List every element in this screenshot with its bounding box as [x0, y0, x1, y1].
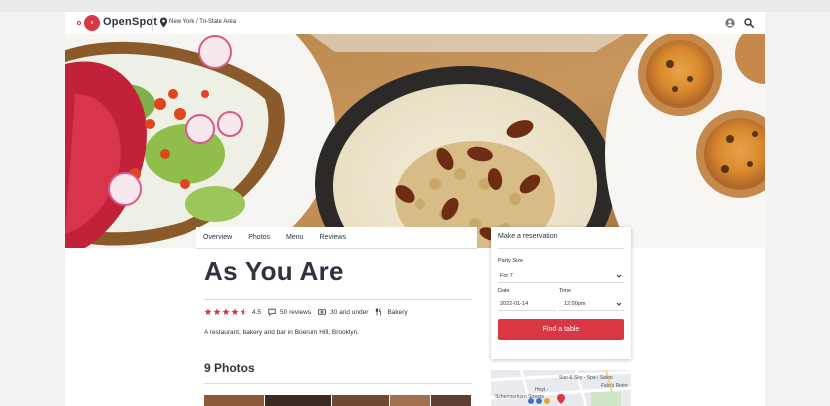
photo-strip	[204, 395, 472, 406]
star-icon	[231, 308, 239, 316]
rating-stars	[204, 308, 248, 316]
location-selector[interactable]: New York / Tri-State Area	[169, 19, 236, 25]
time-label: Time	[559, 288, 572, 294]
restaurant-page: s OpenSpot New York / Tri-State Area Ove…	[0, 0, 830, 406]
time-value: 12:00pm	[564, 300, 586, 307]
cuisine-label: Bakery	[387, 308, 408, 316]
star-half-icon	[240, 308, 248, 316]
tab-photos[interactable]: Photos	[240, 227, 278, 248]
top-strip	[0, 0, 830, 12]
price-range: 30 and under	[318, 308, 368, 316]
photo-thumbnail[interactable]	[204, 395, 264, 406]
chevron-down-icon	[616, 274, 622, 278]
chevron-down-icon	[616, 302, 622, 306]
food-photo	[65, 34, 765, 248]
photo-thumbnail[interactable]	[332, 395, 389, 406]
rating-label: 4.5	[252, 308, 262, 316]
party-size-select[interactable]: For 7	[498, 269, 624, 283]
map-label: Schermerhorn Streets	[495, 394, 544, 400]
date-label: Date	[498, 288, 510, 294]
location-map[interactable]: Sun & Sky - Spa / Salon Fido's Retre Hoy…	[491, 370, 631, 406]
tab-overview[interactable]: Overview	[196, 227, 240, 248]
star-icon	[204, 308, 212, 316]
hero-image	[65, 34, 765, 248]
tab-menu[interactable]: Menu	[278, 227, 312, 248]
brand-name[interactable]: OpenSpot	[103, 16, 157, 28]
reviews-label: 50 reviews	[280, 308, 312, 316]
reservation-card: Make a reservation Party Size For 7 Date…	[491, 227, 631, 359]
search-icon[interactable]	[744, 18, 754, 28]
photo-thumbnail[interactable]	[265, 395, 331, 406]
reservation-title: Make a reservation	[498, 233, 558, 240]
speech-bubble-icon	[268, 308, 276, 316]
logo-dot-icon	[77, 21, 81, 25]
map-label: Sun & Sky - Spa / Salon	[559, 375, 613, 381]
time-select[interactable]: 12:00pm	[559, 297, 624, 311]
tab-reviews[interactable]: Reviews	[312, 227, 354, 248]
rating-value: 4.5	[252, 309, 261, 316]
map-label: Fido's Retre	[601, 383, 628, 389]
price-label: 30 and under	[330, 308, 369, 316]
cuisine: Bakery	[375, 308, 408, 316]
date-picker[interactable]: 2022-01-14	[498, 297, 556, 311]
photos-divider	[204, 383, 472, 384]
restaurant-meta: 4.5 50 reviews 30 and under Bakery	[204, 307, 415, 317]
title-divider	[204, 299, 472, 300]
restaurant-title: As You Are	[204, 256, 344, 286]
header-divider	[152, 15, 153, 31]
reservation-divider	[498, 248, 624, 249]
restaurant-description: A restaurant, bakery and bar in Boerum H…	[204, 329, 359, 336]
logo-mark[interactable]: s	[84, 15, 100, 31]
star-icon	[213, 308, 221, 316]
party-size-value: For 7	[500, 272, 513, 279]
utensils-icon	[376, 308, 382, 316]
star-icon	[222, 308, 230, 316]
photo-thumbnail[interactable]	[431, 395, 471, 406]
logo-mark-text: s	[90, 20, 94, 26]
map-label: Hoyt -	[535, 387, 549, 393]
photos-heading: 9 Photos	[204, 361, 255, 375]
banknote-icon	[318, 309, 326, 315]
party-size-label: Party Size	[498, 258, 524, 264]
header-bar: s OpenSpot New York / Tri-State Area	[65, 12, 765, 34]
user-icon[interactable]	[725, 18, 735, 28]
date-value: 2022-01-14	[500, 300, 529, 307]
map-pin-icon	[159, 17, 168, 28]
reviews-count[interactable]: 50 reviews	[268, 308, 311, 316]
restaurant-tabs: Overview Photos Menu Reviews	[196, 227, 477, 249]
photo-thumbnail[interactable]	[390, 395, 430, 406]
find-table-button[interactable]: Find a table	[498, 319, 624, 340]
